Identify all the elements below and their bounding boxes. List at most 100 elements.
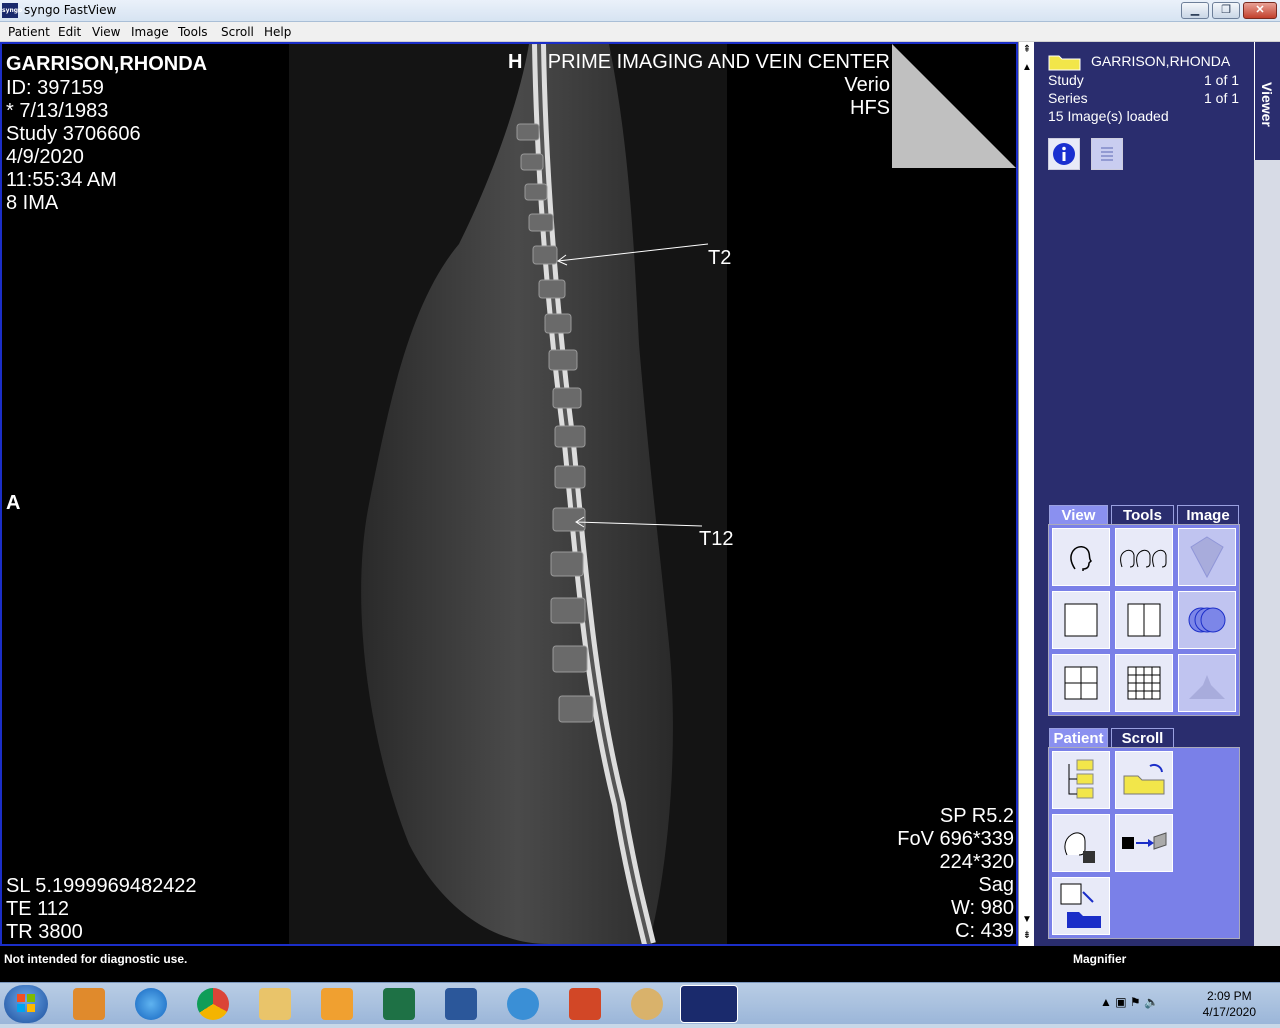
export-icon <box>1122 832 1167 850</box>
internet-explorer-icon[interactable] <box>135 988 167 1020</box>
patient-tools-grid <box>1048 747 1240 939</box>
layout-1x1-icon <box>1064 603 1098 637</box>
overlay-tr: TR 3800 <box>6 921 83 943</box>
overlay-window-center: C: 439 <box>955 920 1014 942</box>
powerpoint-icon[interactable] <box>569 988 601 1020</box>
tab-image[interactable]: Image <box>1177 505 1239 525</box>
overlay-patient-name: GARRISON,RHONDA <box>6 53 208 75</box>
file-explorer-icon[interactable] <box>259 988 291 1020</box>
status-disclaimer: Not intended for diagnostic use. <box>4 952 188 966</box>
view-tools-grid <box>1048 524 1240 716</box>
overlay-patient-id: ID: 397159 <box>6 77 104 99</box>
list-button[interactable] <box>1091 138 1123 170</box>
chrome-icon[interactable] <box>197 988 229 1020</box>
export-button[interactable] <box>1115 814 1173 872</box>
network-app-icon[interactable] <box>507 988 539 1020</box>
close-button[interactable]: ✕ <box>1243 2 1277 19</box>
app-icon: syngo <box>2 3 22 18</box>
histogram-icon <box>1189 675 1225 699</box>
overlay-fov: FoV 696*339 <box>897 828 1014 850</box>
layout-1x2-icon <box>1127 603 1161 637</box>
multi-head-icon <box>1120 549 1167 568</box>
overlay-ima: 8 IMA <box>6 192 59 214</box>
stacked-heads-icon <box>1188 607 1226 633</box>
tab-tools[interactable]: Tools <box>1111 505 1174 525</box>
media-player-icon[interactable] <box>321 988 353 1020</box>
title-bar: syngo syngo FastView ▁ ❐ ✕ <box>0 0 1280 22</box>
info-icon <box>1053 143 1075 165</box>
overlay-dob: * 7/13/1983 <box>6 100 109 122</box>
start-button[interactable] <box>4 985 48 1023</box>
status-bar: Not intended for diagnostic use. Magnifi… <box>0 946 1280 982</box>
overlay-scanner: Verio <box>844 74 890 96</box>
menu-tools[interactable]: Tools <box>178 25 208 39</box>
layout-2x2-icon <box>1064 666 1098 700</box>
menu-scroll[interactable]: Scroll <box>221 25 254 39</box>
scroll-down-arrow-icon[interactable]: ▼ <box>1020 912 1034 928</box>
info-button[interactable] <box>1048 138 1080 170</box>
overlay-window-width: W: 980 <box>951 897 1014 919</box>
overlay-te: TE 112 <box>6 898 69 920</box>
patient-browser-button[interactable] <box>1052 751 1110 809</box>
panel-study-label: Study <box>1048 72 1084 88</box>
scroll-bottom-arrow-icon[interactable]: ⇟ <box>1020 928 1034 944</box>
menu-edit[interactable]: Edit <box>58 25 81 39</box>
layout-1x1-button[interactable] <box>1052 591 1110 649</box>
tab-view[interactable]: View <box>1049 505 1108 525</box>
taskbar: ▲ ▣ ⚑ 🔈 2:09 PM 4/17/2020 <box>0 982 1280 1024</box>
layout-2x2-button[interactable] <box>1052 654 1110 712</box>
menu-bar: Patient Edit View Image Tools Scroll Hel… <box>0 22 1280 42</box>
paint-icon[interactable] <box>631 988 663 1020</box>
minimize-button[interactable]: ▁ <box>1181 2 1209 19</box>
layout-4x4-button[interactable] <box>1115 654 1173 712</box>
syngo-taskbar-icon[interactable] <box>680 985 738 1023</box>
single-image-view-button[interactable] <box>1052 528 1110 586</box>
menu-help[interactable]: Help <box>264 25 291 39</box>
patient-browser-icon <box>1068 759 1094 799</box>
panel-series-label: Series <box>1048 90 1088 106</box>
save-head-icon <box>1064 832 1095 863</box>
orientation-top: H <box>508 51 523 73</box>
restore-button[interactable]: ❐ <box>1212 2 1240 19</box>
overlay-study: Study 3706606 <box>6 123 141 145</box>
clock[interactable]: 2:09 PM 4/17/2020 <box>1203 988 1256 1020</box>
scroll-up-arrow-icon[interactable]: ▲ <box>1020 60 1034 76</box>
import-folder-icon <box>1060 883 1101 928</box>
tray-icons[interactable]: ▲ ▣ ⚑ 🔈 <box>1100 995 1159 1009</box>
tab-scroll[interactable]: Scroll <box>1111 728 1174 748</box>
menu-view[interactable]: View <box>92 25 120 39</box>
stack-view-button[interactable] <box>1178 591 1236 649</box>
3d-planes-icon <box>1190 536 1224 579</box>
word-icon[interactable] <box>445 988 477 1020</box>
scroll-top-arrow-icon[interactable]: ⇞ <box>1020 42 1034 58</box>
save-image-button[interactable] <box>1052 814 1110 872</box>
multi-image-view-button[interactable] <box>1115 528 1173 586</box>
layout-4x4-icon <box>1127 666 1161 700</box>
page-corner-fold[interactable] <box>892 44 1016 168</box>
overlay-sl: SL 5.1999969482422 <box>6 875 197 897</box>
vertical-scrollbar[interactable]: ⇞ ▲ ▼ ⇟ <box>1018 42 1034 946</box>
histogram-button[interactable] <box>1178 654 1236 712</box>
tab-patient[interactable]: Patient <box>1049 728 1108 748</box>
image-viewport[interactable]: GARRISON,RHONDA ID: 397159 * 7/13/1983 S… <box>0 42 1018 946</box>
layout-1x2-button[interactable] <box>1115 591 1173 649</box>
panel-patient-name: GARRISON,RHONDA <box>1091 53 1231 69</box>
annotation-arrows <box>557 243 709 528</box>
open-folder-button[interactable] <box>1115 751 1173 809</box>
panel-images-loaded: 15 Image(s) loaded <box>1048 108 1169 124</box>
windows-logo-icon <box>17 994 35 1012</box>
excel-icon[interactable] <box>383 988 415 1020</box>
outlook-icon[interactable] <box>73 988 105 1020</box>
import-button[interactable] <box>1052 877 1110 935</box>
annotation-t12: T12 <box>699 528 734 550</box>
menu-patient[interactable]: Patient <box>8 25 50 39</box>
head-profile-icon <box>1070 546 1093 571</box>
overlay-date: 4/9/2020 <box>6 146 84 168</box>
viewer-side-tab[interactable]: Viewer <box>1254 42 1280 160</box>
menu-image[interactable]: Image <box>131 25 169 39</box>
overlay-matrix: 224*320 <box>939 851 1014 873</box>
window-title: syngo FastView <box>24 3 117 17</box>
overlay-sp: SP R5.2 <box>939 805 1014 827</box>
mpr-view-button[interactable] <box>1178 528 1236 586</box>
overlay-position: HFS <box>850 97 890 119</box>
